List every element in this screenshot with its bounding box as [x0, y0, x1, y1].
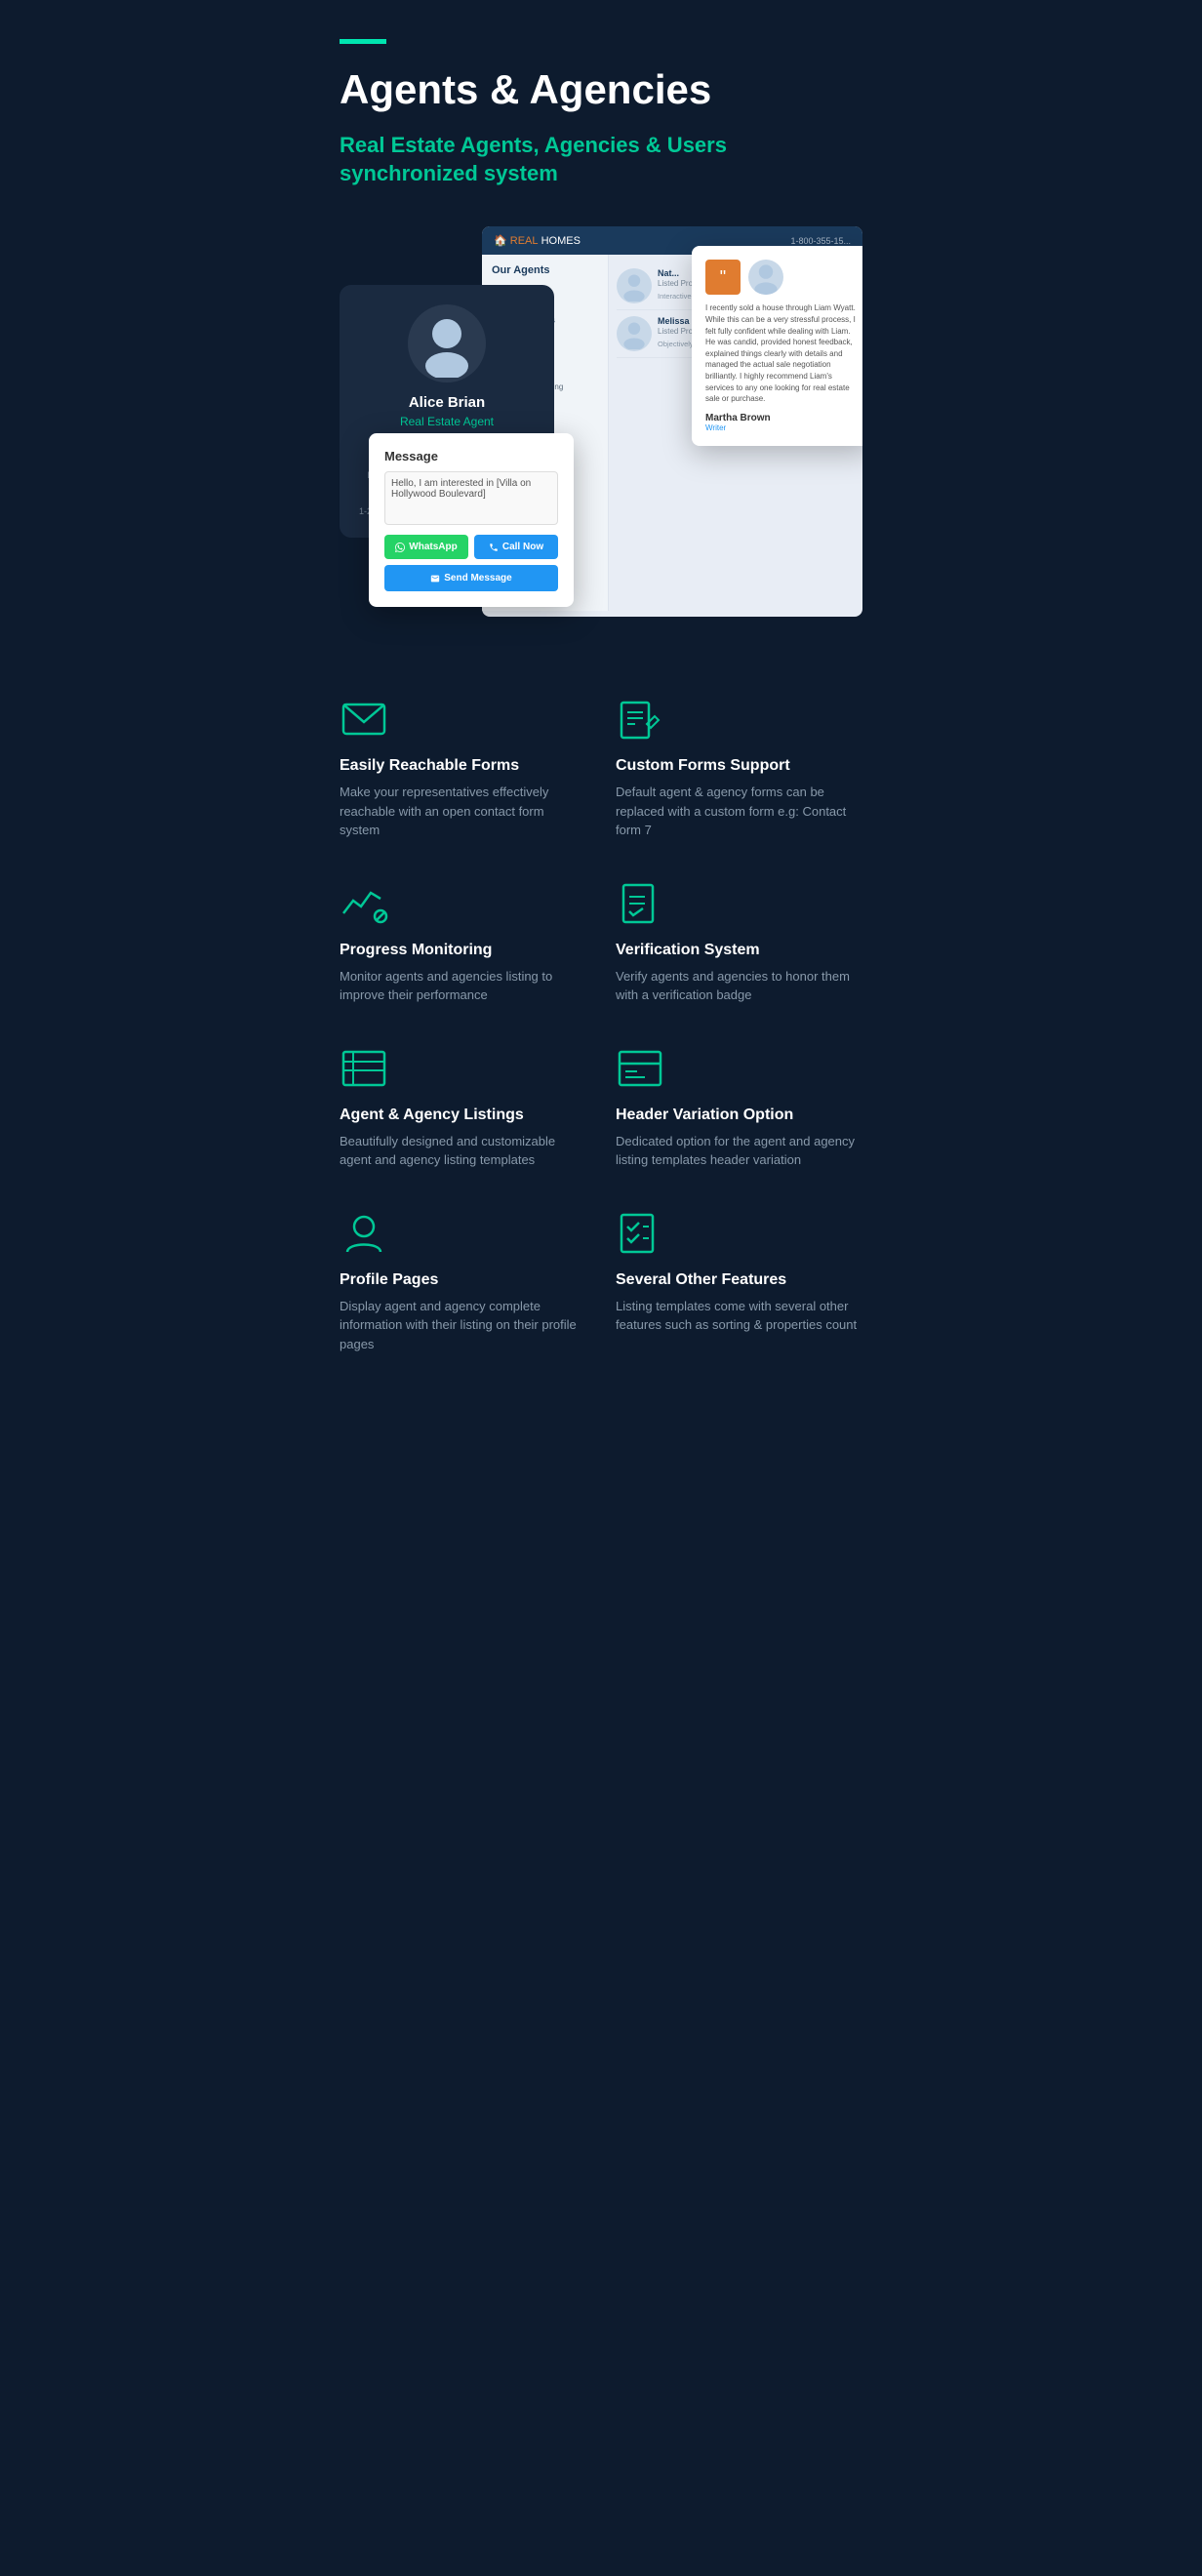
review-author-role: Writer — [705, 423, 859, 432]
feature-desc-agent-listings: Beautifully designed and customizable ag… — [340, 1132, 586, 1170]
progress-icon — [340, 879, 388, 928]
feature-profile-pages: Profile Pages Display agent and agency co… — [340, 1209, 586, 1354]
feature-title-progress-monitoring: Progress Monitoring — [340, 942, 586, 959]
header-icon — [616, 1044, 664, 1093]
feature-title-profile-pages: Profile Pages — [340, 1271, 586, 1289]
page-title: Agents & Agencies — [340, 67, 862, 112]
sidebar-title: Our Agents — [492, 264, 598, 276]
feature-desc-other-features: Listing templates come with several othe… — [616, 1297, 862, 1335]
feature-desc-progress-monitoring: Monitor agents and agencies listing to i… — [340, 967, 586, 1005]
send-message-button[interactable]: Send Message — [384, 565, 558, 591]
agent-name: Alice Brian — [359, 394, 535, 411]
review-text: I recently sold a house through Liam Wya… — [705, 302, 859, 404]
review-header: " — [705, 260, 859, 295]
page-subtitle: Real Estate Agents, Agencies & Users syn… — [340, 132, 862, 187]
feature-agent-listings: Agent & Agency Listings Beautifully desig… — [340, 1044, 586, 1170]
call-label: Call Now — [502, 542, 543, 552]
feature-title-verification-system: Verification System — [616, 942, 862, 959]
features-grid: Easily Reachable Forms Make your represen… — [340, 695, 862, 1353]
feature-desc-header-variation: Dedicated option for the agent and agenc… — [616, 1132, 862, 1170]
whatsapp-label: WhatsApp — [409, 542, 457, 552]
checklist-icon — [616, 1209, 664, 1258]
call-button[interactable]: Call Now — [474, 535, 558, 559]
feature-title-agent-listings: Agent & Agency Listings — [340, 1107, 586, 1124]
showcase-area: Alice Brian Real Estate Agent f t in ig … — [340, 226, 862, 636]
feature-title-custom-forms: Custom Forms Support — [616, 757, 862, 775]
feature-custom-forms: Custom Forms Support Default agent & agen… — [616, 695, 862, 840]
feature-title-other-features: Several Other Features — [616, 1271, 862, 1289]
feature-desc-easily-reachable: Make your representatives effectively re… — [340, 783, 586, 840]
agent-thumb — [617, 268, 652, 303]
agent-role: Real Estate Agent — [359, 415, 535, 428]
page-wrapper: Agents & Agencies Real Estate Agents, Ag… — [300, 0, 902, 1412]
send-label: Send Message — [444, 573, 511, 584]
mail-icon — [340, 695, 388, 744]
feature-desc-verification-system: Verify agents and agencies to honor them… — [616, 967, 862, 1005]
quote-icon: " — [705, 260, 741, 295]
feature-desc-profile-pages: Display agent and agency complete inform… — [340, 1297, 586, 1354]
popup-buttons-row: WhatsApp Call Now — [384, 535, 558, 559]
message-textarea[interactable]: Hello, I am interested in [Villa on Holl… — [384, 471, 558, 525]
feature-verification-system: Verification System Verify agents and age… — [616, 879, 862, 1005]
screenshot-phone: 1-800-355-15... — [790, 236, 851, 246]
popup-title: Message — [384, 449, 558, 463]
review-popup: " I recently sold a house through Liam W… — [692, 246, 862, 445]
review-author-name: Martha Brown — [705, 413, 859, 423]
agent-thumb — [617, 316, 652, 351]
feature-easily-reachable: Easily Reachable Forms Make your represen… — [340, 695, 586, 840]
feature-desc-custom-forms: Default agent & agency forms can be repl… — [616, 783, 862, 840]
list-icon — [340, 1044, 388, 1093]
feature-progress-monitoring: Progress Monitoring Monitor agents and ag… — [340, 879, 586, 1005]
feature-title-easily-reachable: Easily Reachable Forms — [340, 757, 586, 775]
textarea-content: Hello, I am interested in [Villa on Holl… — [391, 478, 551, 500]
avatar — [408, 304, 486, 382]
whatsapp-button[interactable]: WhatsApp — [384, 535, 468, 559]
feature-title-header-variation: Header Variation Option — [616, 1107, 862, 1124]
screenshot-logo: 🏠 REAL HOMES — [494, 234, 581, 247]
profile-icon — [340, 1209, 388, 1258]
feature-other-features: Several Other Features Listing templates … — [616, 1209, 862, 1354]
review-avatar — [748, 260, 783, 295]
verify-icon — [616, 879, 664, 928]
edit-form-icon — [616, 695, 664, 744]
accent-bar — [340, 39, 386, 44]
feature-header-variation: Header Variation Option Dedicated option … — [616, 1044, 862, 1170]
message-popup: Message Hello, I am interested in [Villa… — [369, 433, 574, 607]
